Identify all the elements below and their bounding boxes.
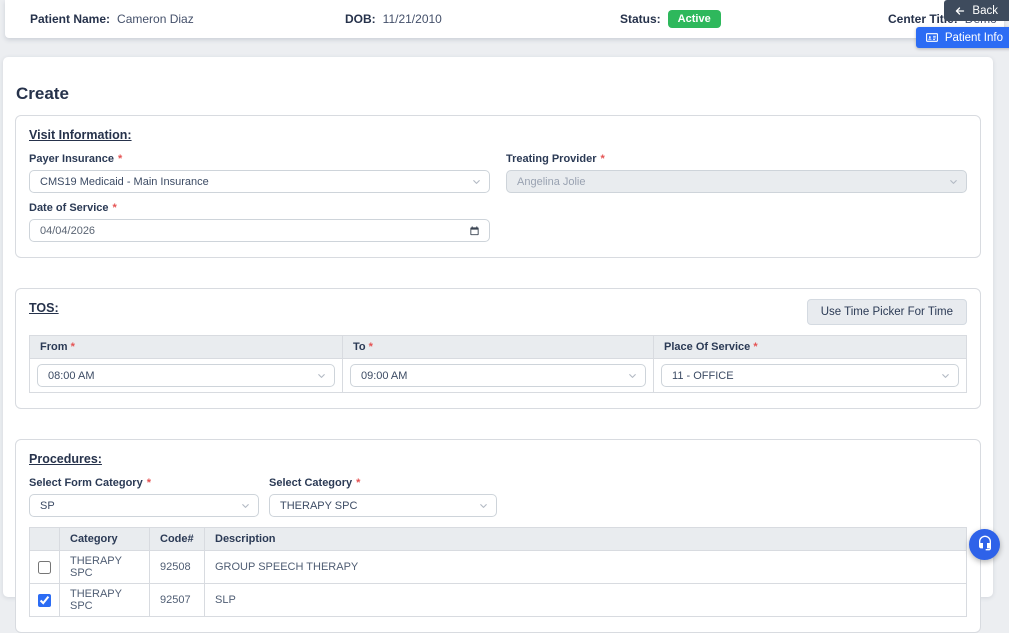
payer-insurance-select[interactable]: CMS19 Medicaid - Main Insurance [29, 170, 490, 193]
tos-table: From * To * Place Of Service * 08:00 AM [29, 335, 967, 393]
select-form-category-value: SP [40, 499, 55, 512]
required-marker: * [356, 477, 361, 489]
procedures-table: Category Code# Description THERAPY SPC 9… [29, 527, 967, 617]
required-marker: * [146, 477, 151, 489]
date-of-service-input[interactable]: 04/04/2026 [29, 219, 490, 242]
dob-value: 11/21/2010 [382, 12, 442, 26]
payer-insurance-value: CMS19 Medicaid - Main Insurance [40, 175, 209, 188]
place-of-service-select[interactable]: 11 - OFFICE [661, 364, 959, 387]
payer-insurance-label: Payer Insurance * [29, 153, 123, 165]
create-visit-card: Create Visit Information: Payer Insuranc… [3, 57, 993, 633]
procedure-checkbox[interactable] [38, 593, 51, 607]
procedures-section: Procedures: Select Form Category * SP Se… [15, 439, 981, 633]
select-category-label: Select Category * [269, 477, 361, 489]
procedures-category-header: Category [59, 527, 150, 551]
to-time-select[interactable]: 09:00 AM [349, 364, 647, 387]
procedure-category-cell: THERAPY SPC [59, 550, 150, 584]
chevron-down-icon [240, 500, 251, 511]
payer-insurance-field: Payer Insurance * CMS19 Medicaid - Main … [29, 144, 490, 193]
status-badge: Active [667, 10, 721, 28]
support-button[interactable] [969, 529, 1000, 560]
select-category-select[interactable]: THERAPY SPC [269, 494, 497, 517]
chevron-down-icon [940, 370, 951, 381]
procedures-description-header: Description [204, 527, 967, 551]
patient-header-bar: Patient Name: Cameron Diaz DOB: 11/21/20… [5, 0, 1004, 38]
chevron-down-icon [948, 176, 959, 187]
status-group: Status: Active [620, 0, 721, 38]
patient-name-value: Cameron Diaz [117, 12, 194, 26]
procedures-code-header: Code# [149, 527, 205, 551]
treating-provider-label: Treating Provider * [506, 153, 605, 165]
procedure-description-cell: GROUP SPEECH THERAPY [204, 550, 967, 584]
place-of-service-value: 11 - OFFICE [672, 369, 734, 382]
select-category-value: THERAPY SPC [280, 499, 358, 512]
page-title: Create [16, 84, 69, 103]
from-time-select[interactable]: 08:00 AM [37, 364, 335, 387]
tos-title: TOS: [29, 301, 59, 315]
procedure-code-cell: 92507 [149, 583, 205, 617]
procedures-table-body: THERAPY SPC 92508 GROUP SPEECH THERAPY T… [29, 550, 967, 617]
chevron-down-icon [471, 176, 482, 187]
back-button[interactable]: Back [944, 0, 1009, 21]
tos-pos-header: Place Of Service * [653, 335, 967, 359]
date-of-service-value: 04/04/2026 [40, 224, 96, 237]
from-time-value: 08:00 AM [48, 369, 95, 382]
procedure-checkbox-cell [29, 583, 60, 617]
select-form-category-select[interactable]: SP [29, 494, 259, 517]
date-of-service-field: Date of Service * 04/04/2026 [29, 193, 490, 242]
tos-pos-cell: 11 - OFFICE [653, 358, 967, 393]
chevron-down-icon [627, 370, 638, 381]
select-form-category-label: Select Form Category * [29, 477, 151, 489]
patient-name-label: Patient Name: [30, 12, 111, 26]
select-category-field: Select Category * THERAPY SPC [269, 468, 497, 517]
procedure-description-cell: SLP [204, 583, 967, 617]
tos-from-header: From * [29, 335, 343, 359]
dob-label: DOB: [345, 12, 376, 26]
tos-to-cell: 09:00 AM [341, 358, 655, 393]
patient-name-group: Patient Name: Cameron Diaz [30, 0, 194, 38]
chevron-down-icon [316, 370, 327, 381]
procedure-checkbox-cell [29, 550, 60, 584]
procedure-category-cell: THERAPY SPC [59, 583, 150, 617]
patient-info-button[interactable]: Patient Info [915, 27, 1009, 48]
required-marker: * [112, 202, 117, 214]
procedure-checkbox[interactable] [38, 560, 51, 574]
treating-provider-select[interactable]: Angelina Jolie [506, 170, 967, 193]
id-card-icon [925, 31, 939, 44]
tos-section: TOS: Use Time Picker For Time From * To … [15, 288, 981, 409]
required-marker: * [600, 153, 605, 165]
procedure-row: THERAPY SPC 92507 SLP [29, 583, 967, 617]
status-label: Status: [620, 12, 661, 26]
dob-group: DOB: 11/21/2010 [345, 0, 442, 38]
back-arrow-icon [954, 5, 966, 17]
chevron-down-icon [478, 500, 489, 511]
treating-provider-value: Angelina Jolie [517, 175, 586, 188]
visit-information-title: Visit Information: [29, 128, 132, 142]
date-of-service-label: Date of Service * [29, 202, 117, 214]
procedure-row: THERAPY SPC 92508 GROUP SPEECH THERAPY [29, 550, 967, 584]
visit-information-section: Visit Information: Payer Insurance * CMS… [15, 115, 981, 258]
headset-icon [977, 535, 993, 554]
treating-provider-field: Treating Provider * Angelina Jolie [506, 144, 967, 193]
tos-from-cell: 08:00 AM [29, 358, 343, 393]
back-button-label: Back [972, 4, 998, 17]
patient-info-button-label: Patient Info [944, 31, 1003, 44]
procedure-code-cell: 92508 [149, 550, 205, 584]
select-form-category-field: Select Form Category * SP [29, 468, 259, 517]
use-time-picker-button[interactable]: Use Time Picker For Time [806, 299, 967, 325]
procedures-checkbox-header [29, 527, 60, 551]
to-time-value: 09:00 AM [360, 369, 408, 382]
tos-to-header: To * [341, 335, 655, 359]
required-marker: * [118, 153, 123, 165]
calendar-icon[interactable] [469, 225, 480, 236]
procedures-title: Procedures: [29, 452, 102, 466]
